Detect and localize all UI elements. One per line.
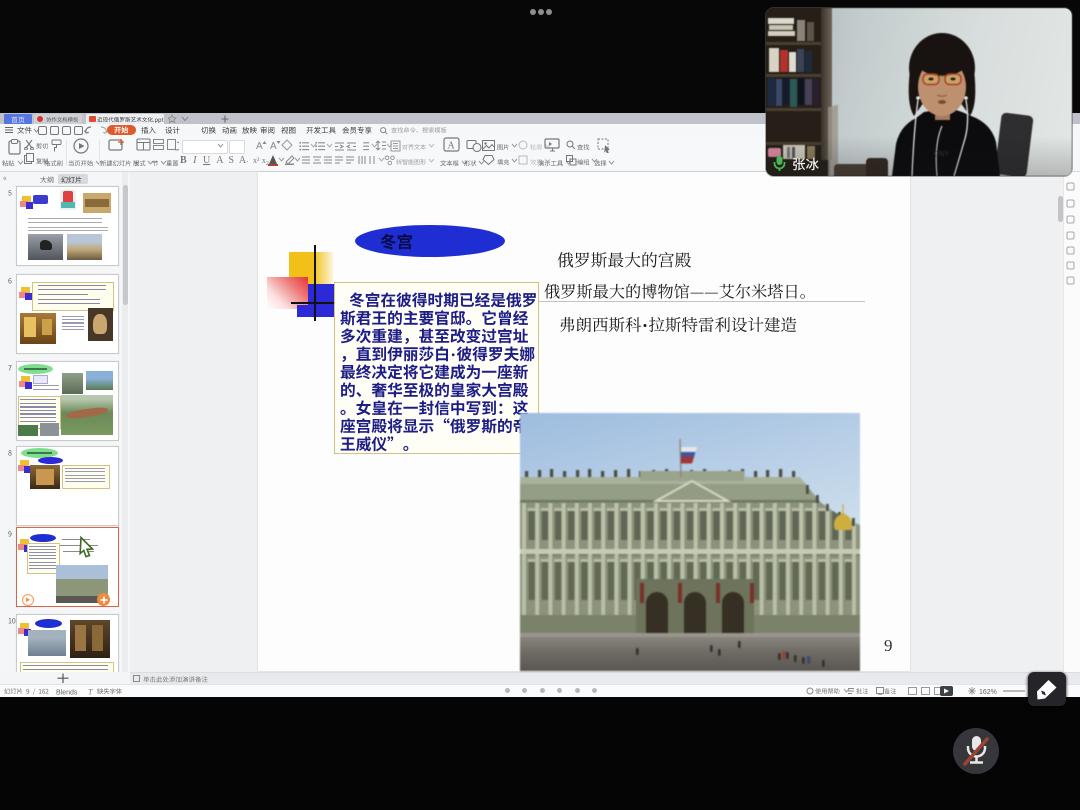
svg-text:A: A xyxy=(256,141,263,151)
svg-text:162%: 162% xyxy=(979,689,997,695)
svg-text:A: A xyxy=(270,141,277,151)
svg-text:Blends: Blends xyxy=(56,689,78,696)
svg-text:T: T xyxy=(88,687,93,696)
svg-text:9: 9 xyxy=(884,636,893,655)
svg-text:B I U A S A· x² x2: B I U A S A· x² x2 xyxy=(180,155,269,166)
svg-text:A: A xyxy=(448,141,456,152)
